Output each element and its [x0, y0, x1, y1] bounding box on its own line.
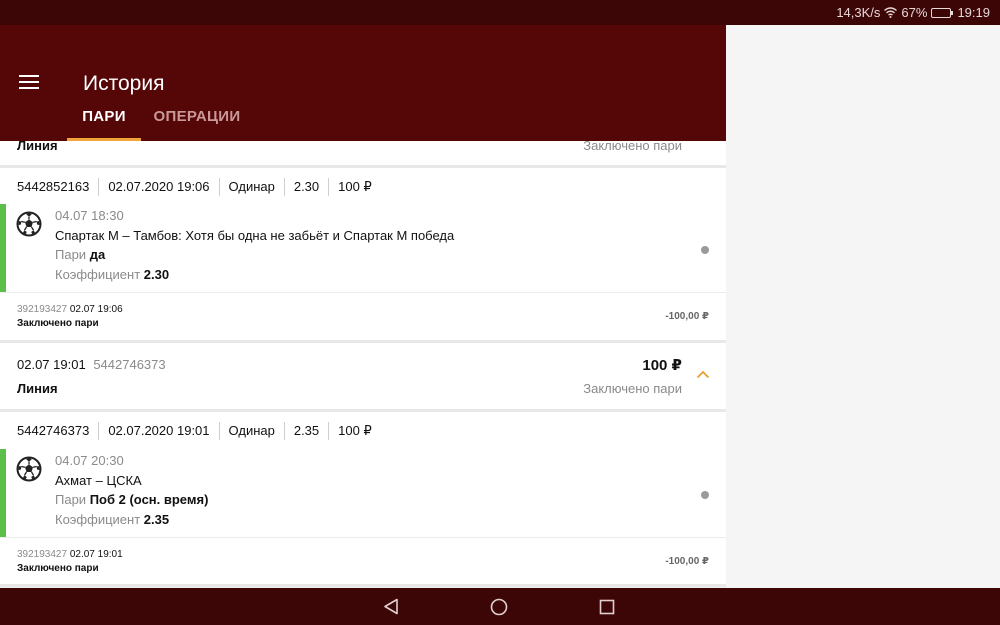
status-dot — [701, 246, 709, 254]
bet-value: да — [89, 247, 106, 262]
bet-label: Пари — [55, 492, 87, 507]
transaction-status: Заключено пари — [17, 318, 99, 329]
list-item-partial[interactable]: Линия Заключено пари — [0, 141, 726, 165]
status-label: Заключено пари — [583, 381, 682, 396]
tab-bets[interactable]: ПАРИ — [67, 107, 141, 141]
coef-value: 2.30 — [143, 267, 170, 282]
transaction-id: 392193427 — [17, 549, 68, 560]
summary-amount: 100 ₽ — [642, 357, 682, 374]
bet-event[interactable]: 04.07 20:30 Ахмат – ЦСКА Пари Поб 2 (осн… — [0, 449, 726, 537]
bet-coefficient: Коэффициент 2.35 — [55, 512, 169, 527]
bet-amount: 100 ₽ — [328, 422, 381, 440]
bet-type: Одинар — [218, 178, 284, 196]
summary-time: 02.07 19:01 — [17, 357, 86, 372]
status-dot — [701, 491, 709, 499]
bet-label: Пари — [55, 247, 87, 262]
bet-detail-card[interactable]: 5442746373 02.07.2020 19:01 Одинар 2.35 … — [0, 412, 726, 584]
wifi-icon — [884, 7, 898, 18]
transaction-amount: -100,00 ₽ — [665, 311, 709, 322]
bet-amount: 100 ₽ — [328, 178, 381, 196]
home-icon[interactable] — [490, 598, 508, 616]
empty-side-pane — [726, 25, 1000, 588]
bet-odds: 2.35 — [283, 422, 328, 440]
bet-datetime: 02.07.2020 19:06 — [98, 178, 218, 196]
bet-odds: 2.30 — [283, 178, 328, 196]
status-bar-won — [0, 204, 6, 292]
menu-button[interactable] — [19, 75, 39, 91]
bet-info-row: 5442746373 02.07.2020 19:01 Одинар 2.35 … — [0, 412, 726, 450]
event-name: Ахмат – ЦСКА — [55, 473, 142, 488]
soccer-ball-icon — [16, 211, 42, 237]
bet-value: Поб 2 (осн. время) — [89, 492, 209, 507]
network-speed: 14,3K/s — [836, 5, 881, 20]
bet-coefficient: Коэффициент 2.30 — [55, 267, 169, 282]
event-time: 04.07 18:30 — [55, 208, 124, 223]
coef-label: Коэффициент — [55, 267, 141, 282]
event-time: 04.07 20:30 — [55, 453, 124, 468]
bet-id: 5442746373 — [17, 423, 90, 438]
bet-selection: Пари да — [55, 247, 105, 262]
transaction-id: 392193427 — [17, 304, 68, 315]
coef-value: 2.35 — [143, 512, 170, 527]
app-bar: История ПАРИ ОПЕРАЦИИ — [0, 25, 726, 141]
summary-id: 5442746373 — [93, 357, 166, 372]
bet-type: Одинар — [218, 422, 284, 440]
line-label: Линия — [17, 381, 58, 396]
transaction-time: 02.07 19:01 — [69, 549, 123, 560]
recent-apps-icon[interactable] — [599, 599, 615, 615]
bet-datetime: 02.07.2020 19:01 — [98, 422, 218, 440]
clock: 19:19 — [957, 5, 990, 20]
battery-icon — [931, 7, 954, 18]
status-bar-won — [0, 449, 6, 537]
page-title: История — [83, 72, 165, 95]
transaction-row: 392193427 02.07 19:06 Заключено пари -10… — [0, 292, 726, 340]
coef-label: Коэффициент — [55, 512, 141, 527]
tab-operations[interactable]: ОПЕРАЦИИ — [146, 107, 248, 141]
chevron-up-icon[interactable] — [696, 370, 710, 379]
bet-info-row: 5442852163 02.07.2020 19:06 Одинар 2.30 … — [0, 168, 726, 206]
status-indicators: 14,3K/s 67% 19:19 — [836, 5, 990, 20]
back-icon[interactable] — [383, 598, 399, 615]
transaction-status: Заключено пари — [17, 563, 99, 574]
bet-selection: Пари Поб 2 (осн. время) — [55, 492, 208, 507]
battery-percent: 67% — [901, 5, 928, 20]
bet-summary-card[interactable]: 02.07 19:01 5442746373 100 ₽ Линия Заклю… — [0, 343, 726, 409]
status-label: Заключено пари — [583, 141, 682, 153]
transaction-time: 02.07 19:06 — [69, 304, 123, 315]
soccer-ball-icon — [16, 456, 42, 482]
line-label: Линия — [17, 141, 58, 153]
bet-id: 5442852163 — [17, 179, 90, 194]
event-name: Спартак М – Тамбов: Хотя бы одна не забь… — [55, 228, 455, 243]
bet-event[interactable]: 04.07 18:30 Спартак М – Тамбов: Хотя бы … — [0, 204, 726, 292]
status-bar: 14,3K/s 67% 19:19 — [0, 0, 1000, 25]
bet-detail-card[interactable]: 5442852163 02.07.2020 19:06 Одинар 2.30 … — [0, 168, 726, 340]
history-list[interactable]: Линия Заключено пари 5442852163 02.07.20… — [0, 141, 726, 588]
system-nav-bar — [0, 588, 1000, 625]
transaction-row: 392193427 02.07 19:01 Заключено пари -10… — [0, 537, 726, 585]
transaction-amount: -100,00 ₽ — [665, 556, 709, 567]
